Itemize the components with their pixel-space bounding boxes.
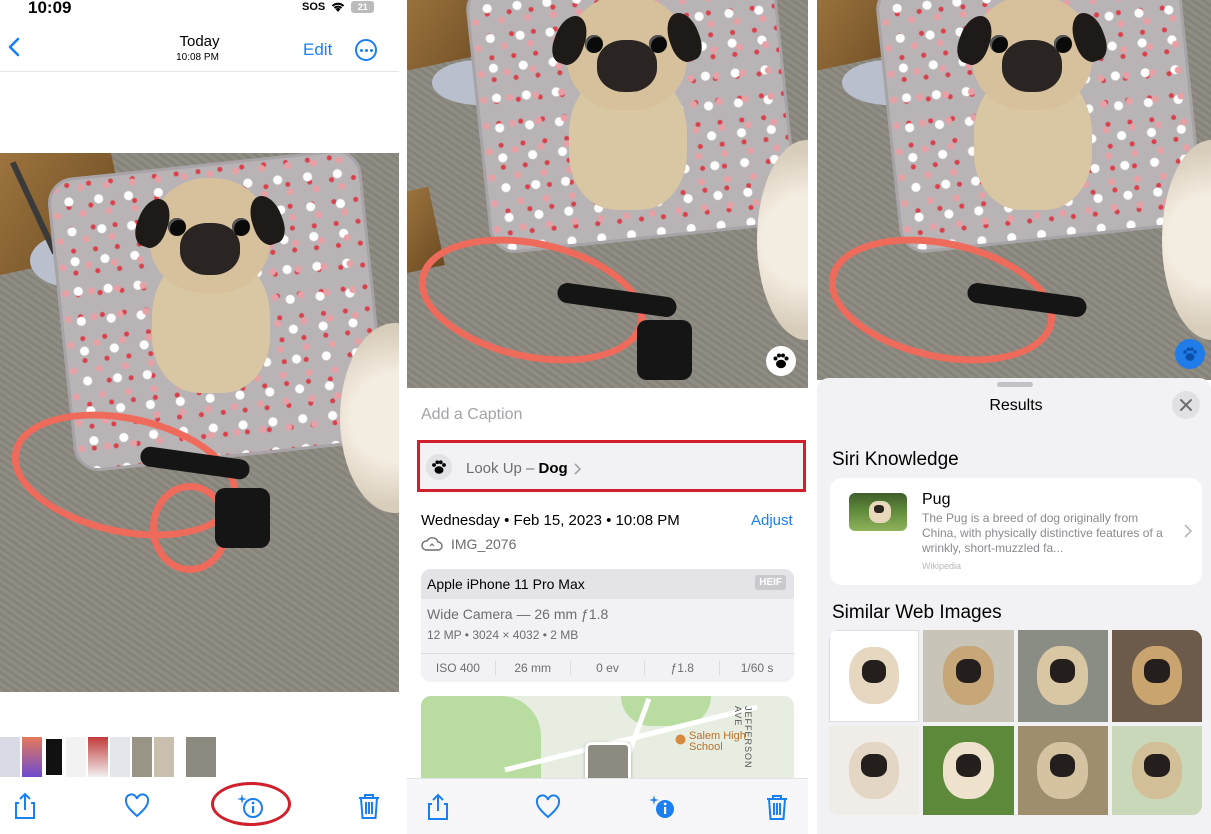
pug-thumbnail [849, 493, 907, 531]
image-specs: 12 MP • 3024 × 4032 • 2 MB [427, 628, 579, 642]
sos-label: SOS [302, 1, 326, 13]
exposure-value: 0 ev [569, 661, 645, 675]
more-icon[interactable] [355, 39, 377, 61]
photo-viewer-panel: 10:09 SOS 21 Today 10:08 PM Edit [0, 0, 399, 834]
look-up-dog-row[interactable]: Look Up – Dog [417, 440, 806, 492]
similar-image[interactable] [1111, 725, 1202, 815]
shutter-value: 1/60 s [719, 661, 794, 675]
photo-info-panel: Add a Caption Look Up – Dog Wednesday • … [407, 0, 808, 834]
visual-lookup-info-icon[interactable] [648, 793, 678, 821]
heart-icon[interactable] [124, 792, 150, 820]
focal-length-value: 26 mm [494, 661, 570, 675]
pug-figure [547, 0, 717, 210]
pug-figure [130, 173, 300, 393]
thumbnail[interactable] [110, 737, 130, 777]
trash-icon[interactable] [764, 793, 790, 821]
thumbnail-current[interactable] [186, 737, 216, 777]
similar-image[interactable] [923, 725, 1014, 815]
thumbnail[interactable] [154, 737, 174, 777]
pug-photo [817, 0, 1211, 380]
similar-image[interactable] [829, 725, 920, 815]
thumbnail[interactable] [132, 737, 152, 777]
heart-icon[interactable] [535, 793, 561, 821]
close-icon[interactable] [1172, 391, 1200, 419]
icloud-icon [421, 537, 443, 551]
aperture-value: ƒ1.8 [644, 661, 719, 675]
chevron-right-icon [1184, 524, 1192, 538]
similar-image[interactable] [1017, 630, 1108, 722]
pug-figure [952, 0, 1122, 210]
knowledge-source: Wikipedia [922, 561, 962, 571]
adjust-button[interactable]: Adjust [751, 512, 793, 529]
street-label: JEFFERSON AVE [733, 706, 753, 769]
trash-icon[interactable] [356, 792, 382, 820]
file-info: IMG_2076 [421, 536, 516, 552]
visual-lookup-paw-icon[interactable] [766, 346, 796, 376]
thumbnail[interactable] [44, 737, 64, 777]
similar-image[interactable] [1111, 630, 1202, 722]
format-badge: HEIF [755, 575, 786, 590]
lens-info: Wide Camera — 26 mm ƒ1.8 [427, 606, 609, 622]
caption-input[interactable]: Add a Caption [421, 406, 522, 424]
exif-card: Apple iPhone 11 Pro Max HEIF Wide Camera… [421, 569, 794, 682]
nav-subtitle: 10:08 PM [176, 52, 219, 63]
similar-images-grid [829, 630, 1202, 815]
similar-image[interactable] [923, 630, 1014, 722]
status-indicators: SOS 21 [302, 1, 375, 13]
similar-images-heading: Similar Web Images [832, 602, 1002, 623]
status-time: 10:09 [28, 0, 72, 17]
paw-icon [426, 454, 452, 480]
nav-title: Today [179, 33, 220, 50]
bottom-toolbar [0, 778, 399, 834]
exposure-row: ISO 400 26 mm 0 ev ƒ1.8 1/60 s [421, 653, 794, 682]
results-sheet: Results Siri Knowledge Pug The Pug is a … [817, 378, 1211, 834]
info-button-highlight [211, 782, 291, 826]
device-name: Apple iPhone 11 Pro Max [427, 576, 585, 592]
thumbnail[interactable] [22, 737, 42, 777]
capture-date: Wednesday • Feb 15, 2023 • 10:08 PM [421, 512, 680, 529]
chevron-right-icon [574, 463, 582, 475]
knowledge-title: Pug [922, 491, 951, 508]
knowledge-card[interactable]: Pug The Pug is a breed of dog originally… [830, 478, 1202, 585]
share-icon[interactable] [12, 792, 38, 820]
status-bar: 10:09 SOS 21 [0, 0, 399, 22]
thumbnail[interactable] [0, 737, 20, 777]
look-up-label: Look Up – Dog [466, 460, 568, 477]
knowledge-description: The Pug is a breed of dog originally fro… [922, 511, 1163, 555]
sheet-grabber[interactable] [997, 382, 1033, 387]
visual-lookup-active-icon[interactable] [1175, 339, 1205, 369]
pug-photo[interactable] [407, 0, 808, 388]
similar-image[interactable] [1017, 725, 1108, 815]
thumbnail[interactable] [88, 737, 108, 777]
edit-button[interactable]: Edit [303, 40, 332, 60]
share-icon[interactable] [425, 793, 451, 821]
file-name: IMG_2076 [451, 536, 517, 552]
pug-photo[interactable] [0, 153, 399, 692]
lookup-results-panel: Results Siri Knowledge Pug The Pug is a … [817, 0, 1211, 834]
similar-image[interactable] [829, 630, 920, 722]
location-map[interactable]: Salem High School JEFFERSON AVE [421, 696, 794, 786]
wifi-icon [332, 2, 345, 12]
battery-icon: 21 [351, 1, 375, 13]
school-icon [675, 734, 686, 745]
bottom-toolbar [407, 778, 808, 834]
siri-knowledge-heading: Siri Knowledge [832, 449, 959, 470]
iso-value: ISO 400 [435, 661, 480, 675]
thumbnail[interactable] [66, 737, 86, 777]
nav-bar: Today 10:08 PM Edit [0, 22, 399, 72]
thumbnail-strip[interactable] [0, 737, 216, 777]
sheet-title: Results [989, 397, 1043, 414]
